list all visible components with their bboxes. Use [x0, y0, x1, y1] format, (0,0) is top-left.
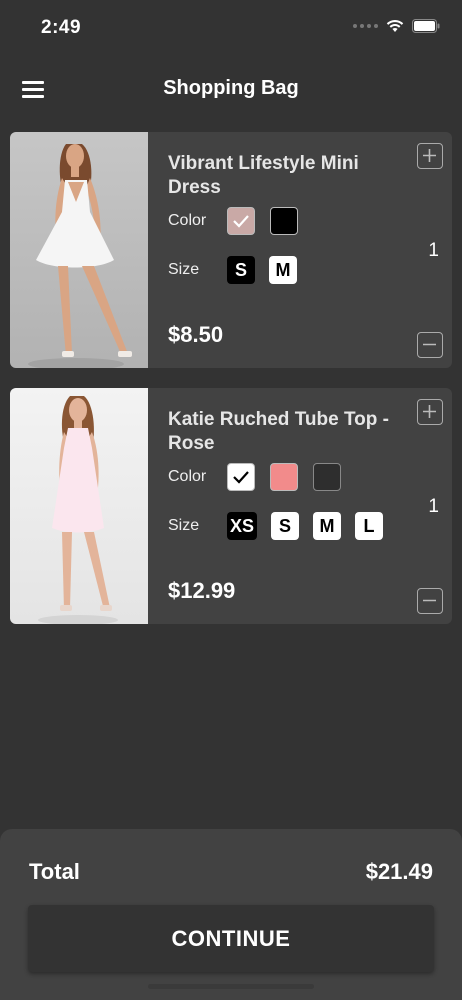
- nav-bar: Shopping Bag: [0, 60, 462, 118]
- checkmark-icon: [233, 471, 249, 484]
- page-title: Shopping Bag: [163, 77, 299, 99]
- home-indicator: [148, 984, 314, 989]
- product-price: $8.50: [168, 322, 224, 347]
- product-image[interactable]: [10, 132, 148, 368]
- color-swatch-rose[interactable]: [270, 463, 298, 491]
- color-label: Color: [168, 468, 207, 485]
- color-swatch-white[interactable]: [227, 463, 255, 491]
- continue-button[interactable]: CONTINUE: [28, 905, 434, 972]
- size-label: Size: [168, 517, 200, 534]
- quantity-value: 1: [428, 240, 439, 261]
- product-image[interactable]: [10, 388, 148, 624]
- battery-icon: [412, 19, 440, 33]
- product-name: Vibrant Lifestyle Mini Dress: [168, 153, 359, 198]
- color-swatch-charcoal[interactable]: [313, 463, 341, 491]
- size-chip[interactable]: XS: [227, 512, 258, 540]
- product-price: $12.99: [168, 578, 236, 603]
- product-name: Katie Ruched Tube Top - Rose: [168, 409, 389, 454]
- size-options: Size S M: [168, 256, 311, 284]
- size-chip[interactable]: M: [313, 512, 342, 540]
- cart-item: Katie Ruched Tube Top - Rose Color Size …: [10, 388, 452, 624]
- size-chip[interactable]: S: [271, 512, 300, 540]
- plus-icon: [423, 149, 436, 162]
- status-bar: 2:49: [0, 0, 462, 58]
- plus-icon: [423, 405, 436, 418]
- color-options: Color: [168, 463, 356, 491]
- increase-quantity-button[interactable]: [417, 143, 443, 169]
- wifi-icon: [386, 19, 404, 32]
- signal-icon: [353, 24, 378, 28]
- minus-icon: [423, 343, 436, 346]
- size-chip[interactable]: S: [227, 256, 255, 284]
- size-options: Size XS S M L: [168, 512, 397, 540]
- color-swatch-rose[interactable]: [227, 207, 255, 235]
- cart-item: Vibrant Lifestyle Mini Dress Color Size …: [10, 132, 452, 368]
- decrease-quantity-button[interactable]: [417, 588, 443, 614]
- total-label: Total: [29, 859, 80, 884]
- status-time: 2:49: [41, 17, 82, 38]
- minus-icon: [423, 599, 436, 602]
- color-swatch-black[interactable]: [270, 207, 298, 235]
- checkmark-icon: [233, 215, 249, 228]
- status-icons: [353, 19, 440, 33]
- quantity-value: 1: [428, 496, 439, 517]
- color-label: Color: [168, 212, 207, 229]
- checkout-footer: Total $21.49 CONTINUE: [0, 829, 462, 1000]
- size-chip[interactable]: M: [269, 256, 297, 284]
- increase-quantity-button[interactable]: [417, 399, 443, 425]
- color-options: Color: [168, 207, 313, 235]
- size-label: Size: [168, 261, 200, 278]
- decrease-quantity-button[interactable]: [417, 332, 443, 358]
- total-value: $21.49: [365, 859, 433, 884]
- size-chip[interactable]: L: [355, 512, 384, 540]
